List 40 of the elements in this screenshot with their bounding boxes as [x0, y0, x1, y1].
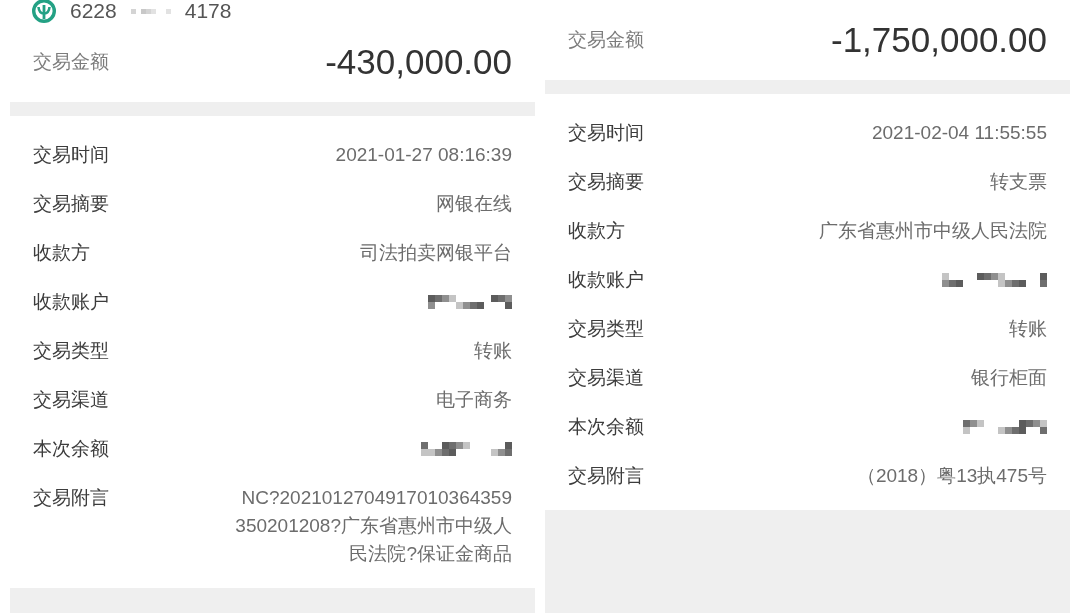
field-label: 交易附言 [568, 463, 644, 488]
field-label: 交易类型 [33, 338, 109, 363]
field-value: 网银在线 [436, 191, 512, 216]
mosaic-icon [130, 8, 171, 14]
mosaic-icon [421, 441, 512, 456]
field-label: 收款方 [33, 240, 90, 265]
field-value: 电子商务 [436, 387, 512, 412]
amount-label: 交易金额 [568, 28, 644, 52]
amount-label: 交易金额 [33, 50, 109, 74]
field-value: 2021-01-27 08:16:39 [335, 142, 512, 167]
field-value: 转支票 [990, 169, 1047, 194]
field-label: 本次余额 [568, 414, 644, 439]
field-label: 收款方 [568, 218, 625, 243]
field-label: 交易渠道 [568, 365, 644, 390]
logo-icon [32, 0, 56, 23]
field-label: 收款账户 [33, 289, 109, 314]
field-value: 转账 [1009, 316, 1047, 341]
field-value: 转账 [474, 338, 512, 363]
field-label: 交易时间 [33, 142, 109, 167]
field-label: 交易渠道 [33, 387, 109, 412]
field-label: 本次余额 [33, 436, 109, 461]
field-value: 广东省惠州市中级人民法院 [819, 218, 1047, 243]
mosaic-icon [428, 294, 512, 309]
mosaic-icon [942, 272, 1047, 287]
field-label: 交易时间 [568, 120, 644, 145]
field-value: NC?2021012704917010364359350201208?广东省惠州市中级人民法院?保证金商品 [234, 485, 512, 566]
field-label: 交易摘要 [568, 169, 644, 194]
field-value: 司法拍卖网银平台 [360, 240, 512, 265]
amount-value: -1,750,000.00 [831, 20, 1047, 60]
field-label: 收款账户 [568, 267, 644, 292]
account-number: 4178 [184, 0, 232, 22]
mosaic-icon [963, 419, 1047, 434]
field-label: 交易摘要 [33, 191, 109, 216]
field-label: 交易类型 [568, 316, 644, 341]
account-number: 6228 [70, 0, 117, 22]
field-value: 银行柜面 [971, 365, 1047, 390]
field-value: 2021-02-04 11:55:55 [871, 120, 1047, 145]
field-label: 交易附言 [33, 485, 109, 510]
amount-value: -430,000.00 [325, 42, 512, 82]
field-value: （2018）粤13执475号 [856, 463, 1047, 488]
